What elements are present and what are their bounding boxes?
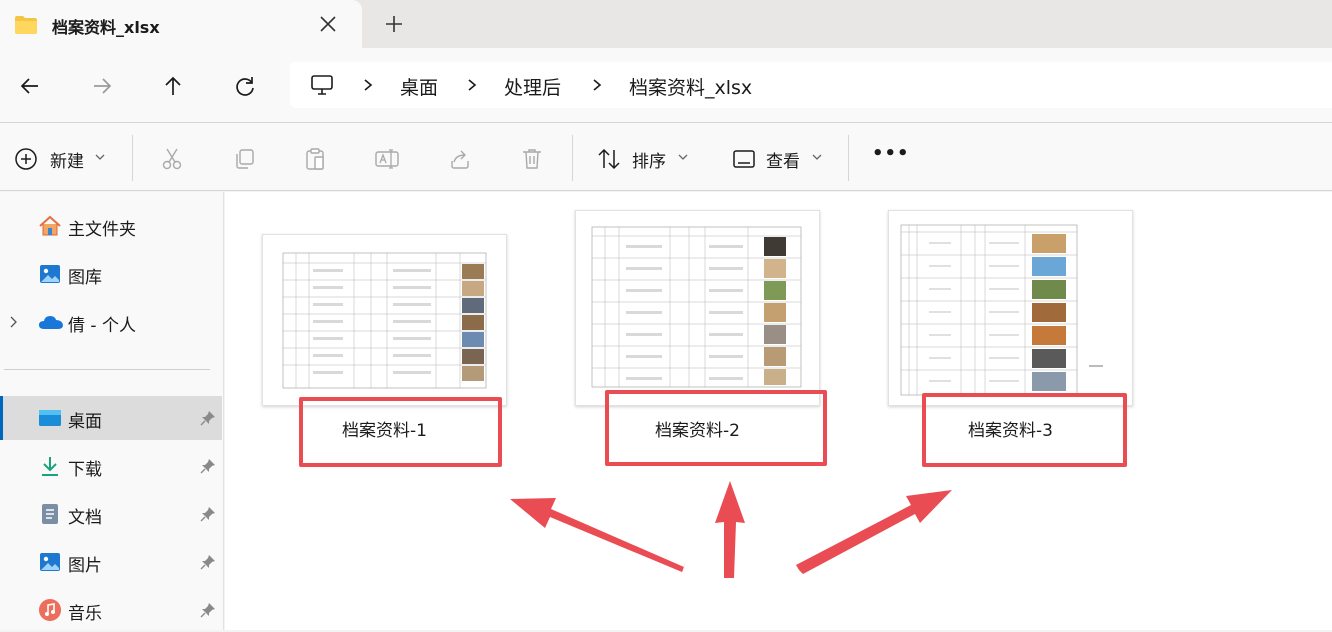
arrow-left [510,498,686,578]
new-label: 新建 [50,152,84,172]
back-arrow-icon[interactable] [16,72,44,100]
sidebar-item-desktop[interactable]: 桌面 [0,396,222,440]
gallery-icon [38,262,62,286]
breadcrumb-current-folder[interactable]: 档案资料_xlsx [629,73,752,100]
sidebar-item-label: 下载 [68,460,102,480]
sort-arrows-icon [596,147,622,171]
home-icon [38,214,62,238]
onedrive-cloud-icon [38,310,63,334]
chevron-down-icon [678,153,688,161]
rename-icon[interactable] [374,147,400,171]
pin-icon[interactable] [200,410,216,426]
file-list-area: 档案资料-1 档案资料-2 档案资料-3 [225,192,1332,630]
monitor-icon[interactable] [310,74,334,96]
sidebar-item-gallery[interactable]: 图库 [0,252,222,296]
sidebar-item-documents[interactable]: 文档 [0,492,222,536]
pictures-icon [38,550,62,574]
sidebar-divider [4,369,210,370]
toolbar-divider [572,135,573,181]
forward-arrow-icon[interactable] [88,72,116,100]
folder-icon [14,15,38,35]
up-arrow-icon[interactable] [159,72,187,100]
cut-icon[interactable] [160,147,184,171]
refresh-icon[interactable] [231,72,259,100]
tab-title: 档案资料_xlsx [52,18,160,37]
command-bar: 新建 排序 查看 ••• [0,122,1332,191]
toolbar-divider [132,135,133,181]
delete-icon[interactable] [520,147,544,171]
sidebar-item-label: 倩 - 个人 [68,316,136,336]
chevron-right-icon [591,78,603,92]
chevron-right-icon[interactable] [9,315,19,329]
tab-archive[interactable]: 档案资料_xlsx [0,0,362,48]
sidebar-item-pictures[interactable]: 图片 [0,540,222,584]
share-icon[interactable] [448,147,472,171]
sidebar-item-music[interactable]: 音乐 [0,588,222,632]
chevron-right-icon [362,78,374,92]
navigation-pane: 主文件夹 图库 倩 - 个人 桌面 下载 文档 图片 音乐 [0,192,224,630]
sort-label: 排序 [632,152,666,172]
sidebar-item-label: 主文件夹 [68,220,136,240]
annotation-arrows [510,481,952,578]
plus-icon[interactable] [382,12,406,36]
desktop-icon [38,406,62,430]
close-icon[interactable] [316,12,340,36]
sidebar-item-label: 图库 [68,268,102,288]
chevron-down-icon [812,153,822,161]
navigation-bar: 桌面 处理后 档案资料_xlsx [0,48,1332,122]
pin-icon[interactable] [200,554,216,570]
chevron-right-icon [466,78,478,92]
sidebar-item-downloads[interactable]: 下载 [0,444,222,488]
sidebar-item-label: 图片 [68,556,102,576]
sidebar-item-label: 文档 [68,508,102,528]
arrow-middle [715,481,745,578]
sidebar-item-label: 音乐 [68,604,102,624]
pin-icon[interactable] [200,506,216,522]
tab-strip: 档案资料_xlsx [0,0,1332,48]
pin-icon[interactable] [200,458,216,474]
chevron-down-icon [95,153,105,161]
address-bar[interactable]: 桌面 处理后 档案资料_xlsx [290,62,1332,108]
copy-icon[interactable] [232,147,256,171]
breadcrumb-desktop[interactable]: 桌面 [400,73,438,100]
more-options-button[interactable]: ••• [872,143,910,164]
view-icon [732,147,756,171]
pin-icon[interactable] [200,602,216,618]
new-button[interactable]: 新建 [0,123,120,192]
arrow-right [796,490,952,574]
view-label: 查看 [766,152,800,172]
download-icon [38,454,62,478]
sort-button[interactable]: 排序 [590,123,700,192]
breadcrumb-processed[interactable]: 处理后 [504,73,561,100]
music-icon [38,598,62,622]
toolbar-divider [848,135,849,181]
sidebar-item-label: 桌面 [68,412,102,432]
view-button[interactable]: 查看 [726,123,836,192]
sidebar-item-home[interactable]: 主文件夹 [0,204,222,248]
plus-circle-icon [14,147,38,171]
paste-icon[interactable] [303,147,327,171]
document-icon [38,502,62,526]
sidebar-item-onedrive[interactable]: 倩 - 个人 [0,300,222,344]
